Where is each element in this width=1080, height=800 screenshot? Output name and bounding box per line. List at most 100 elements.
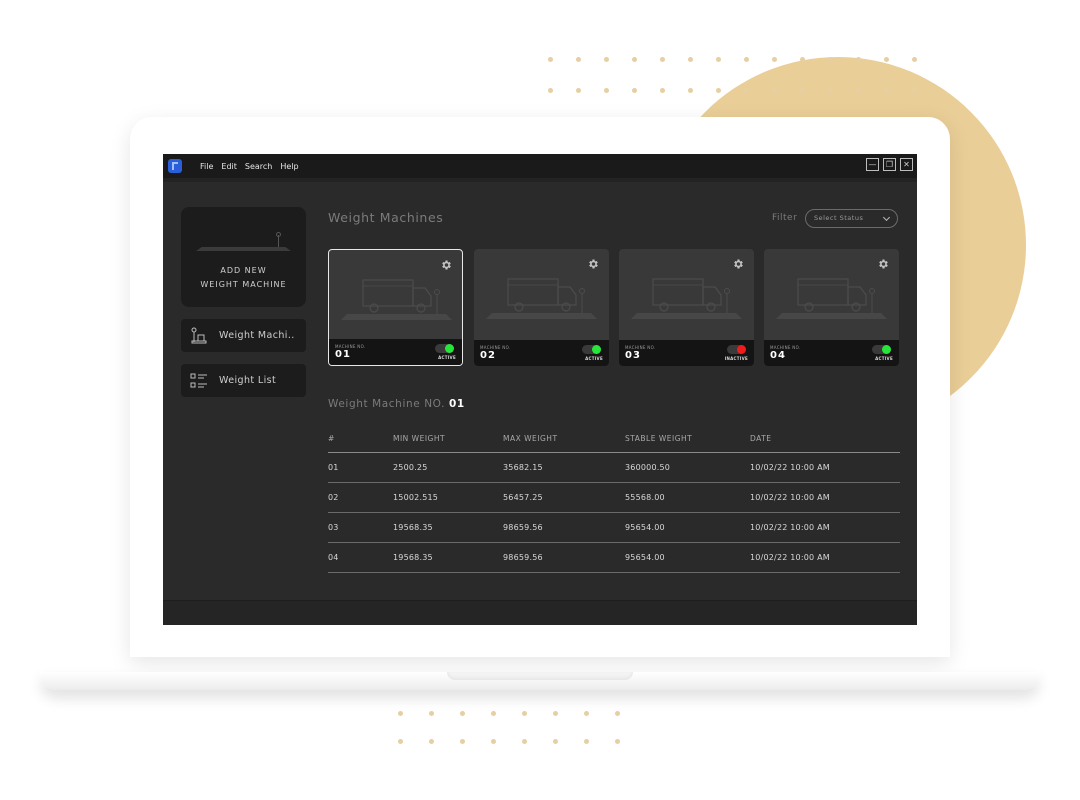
table-cell: 95654.00 [625,523,665,532]
machine-card[interactable]: MACHINE NO. 01 ACTIVE [328,249,463,366]
toggle-knob [882,345,891,354]
decorative-dot [615,711,620,716]
machine-card-footer: MACHINE NO. 01 ACTIVE [329,339,462,365]
sidebar-item-label: Weight List [219,375,277,386]
decorative-dot [632,88,637,93]
decorative-dot [576,57,581,62]
status-label: ACTIVE [585,356,603,361]
detail-machine-number: 01 [449,398,465,410]
decorative-dot [856,57,861,62]
decorative-dot [912,57,917,62]
menu-search[interactable]: Search [245,162,272,171]
menu-file[interactable]: File [200,162,213,171]
machine-card[interactable]: MACHINE NO. 04 ACTIVE [764,249,899,366]
sidebar-item-weight-machines[interactable]: Weight Machi.. [181,319,306,352]
scale-head-icon [276,232,281,237]
add-machine-label-line2: WEIGHT MACHINE [200,280,287,289]
status-label: ACTIVE [875,356,893,361]
add-weight-machine-button[interactable]: ADD NEW WEIGHT MACHINE [181,207,306,307]
decorative-dot [584,739,589,744]
truck-on-scale-icon [631,278,742,319]
table-cell: 10/02/22 10:00 AM [750,553,830,562]
decorative-dot [584,711,589,716]
decorative-dot [604,57,609,62]
table-cell: 35682.15 [503,463,543,472]
machine-number: 02 [480,350,496,361]
column-header: # [328,434,335,443]
restore-button[interactable]: ❐ [883,158,896,171]
decorative-dot [615,739,620,744]
window-controls: — ❐ ✕ [866,158,913,171]
decorative-dot [398,711,403,716]
truck-on-scale-icon [776,278,887,319]
status-toggle[interactable] [727,345,746,354]
table-row[interactable]: 04 19568.35 98659.56 95654.00 10/02/22 10:00… [328,543,900,573]
decorative-dot [772,57,777,62]
decorative-dot [576,88,581,93]
table-cell: 98659.56 [503,553,543,562]
table-row[interactable]: 02 15002.515 56457.25 55568.00 10/02/22 10:0… [328,483,900,513]
column-header: STABLE WEIGHT [625,434,693,443]
decorative-dot [460,711,465,716]
status-toggle[interactable] [582,345,601,354]
table-cell: 360000.50 [625,463,671,472]
table-cell: 03 [328,523,339,532]
toolbar-strip [163,178,917,182]
machine-number: 03 [625,350,641,361]
minimize-button[interactable]: — [866,158,879,171]
list-icon [190,373,207,387]
decorative-dot [460,739,465,744]
table-cell: 10/02/22 10:00 AM [750,523,830,532]
table-cell: 04 [328,553,339,562]
decorative-dot [548,88,553,93]
app-window: File Edit Search Help — ❐ ✕ ADD NEW WEIG… [163,154,917,625]
decorative-dot [828,57,833,62]
table-row[interactable]: 01 2500.25 35682.15 360000.50 10/02/22 10:00… [328,453,900,483]
close-button[interactable]: ✕ [900,158,913,171]
machine-card[interactable]: MACHINE NO. 02 ACTIVE [474,249,609,366]
table-row[interactable]: 03 19568.35 98659.56 95654.00 10/02/22 10:00… [328,513,900,543]
menu-edit[interactable]: Edit [221,162,237,171]
sidebar-item-weight-list[interactable]: Weight List [181,364,306,397]
menu-help[interactable]: Help [280,162,298,171]
decorative-dot [744,57,749,62]
status-toggle[interactable] [872,345,891,354]
column-header: MAX WEIGHT [503,434,558,443]
status-footer [163,600,917,625]
decorative-dot [553,711,558,716]
decorative-dot [429,711,434,716]
decorative-dot [522,739,527,744]
status-label: INACTIVE [724,356,748,361]
decorative-dot [884,88,889,93]
decorative-dot [772,88,777,93]
add-machine-label-line1: ADD NEW [220,266,267,275]
toggle-knob [592,345,601,354]
table-cell: 15002.515 [393,493,439,502]
status-toggle[interactable] [435,344,454,353]
scale-icon [191,327,207,343]
table-cell: 98659.56 [503,523,543,532]
decorative-dot [744,88,749,93]
decorative-dot [688,57,693,62]
decorative-dot [522,711,527,716]
decorative-dot [398,739,403,744]
weight-table: # MIN WEIGHT MAX WEIGHT STABLE WEIGHT DA… [328,431,900,573]
machine-card[interactable]: MACHINE NO. 03 INACTIVE [619,249,754,366]
status-label: ACTIVE [438,355,456,360]
table-cell: 55568.00 [625,493,665,502]
machine-card-footer: MACHINE NO. 04 ACTIVE [764,340,899,366]
detail-title: Weight Machine NO. 01 [328,398,465,410]
chevron-down-icon [882,213,891,222]
title-bar: File Edit Search Help — ❐ ✕ [163,154,917,178]
decorative-dot [884,57,889,62]
decorative-dot [828,88,833,93]
filter-label: Filter [772,213,798,223]
decorative-dot [429,739,434,744]
decorative-dot [716,88,721,93]
table-cell: 95654.00 [625,553,665,562]
status-filter-select[interactable]: Select Status [805,209,898,228]
decorative-dot [553,739,558,744]
decorative-dot [688,88,693,93]
decorative-dot [632,57,637,62]
table-cell: 01 [328,463,339,472]
